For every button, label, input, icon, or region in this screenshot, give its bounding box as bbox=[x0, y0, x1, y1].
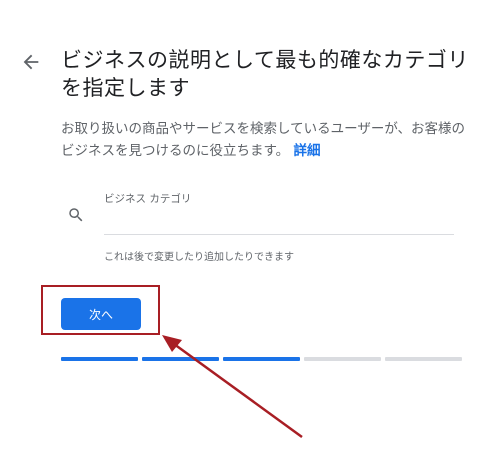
back-button[interactable] bbox=[20, 51, 42, 73]
business-category-input[interactable] bbox=[104, 206, 454, 235]
next-button[interactable]: 次へ bbox=[61, 298, 141, 330]
progress-segment bbox=[61, 357, 138, 361]
category-helper-text: これは後で変更したり追加したりできます bbox=[104, 252, 294, 263]
progress-segment bbox=[385, 357, 462, 361]
description: お取り扱いの商品やサービスを検索しているユーザーが、お客様のビジネスを見つけるの… bbox=[61, 118, 471, 162]
description-text: お取り扱いの商品やサービスを検索しているユーザーが、お客様のビジネスを見つけるの… bbox=[61, 121, 466, 159]
progress-segment bbox=[223, 357, 300, 361]
search-icon bbox=[69, 208, 83, 222]
progress-segment bbox=[142, 357, 219, 361]
page-title: ビジネスの説明として最も的確なカテゴリを指定します bbox=[61, 48, 469, 100]
learn-more-link[interactable]: 詳細 bbox=[293, 143, 320, 159]
progress-bar bbox=[61, 357, 462, 361]
category-field-label: ビジネス カテゴリ bbox=[104, 193, 192, 205]
progress-segment bbox=[304, 357, 381, 361]
arrow-left-icon bbox=[23, 54, 39, 70]
